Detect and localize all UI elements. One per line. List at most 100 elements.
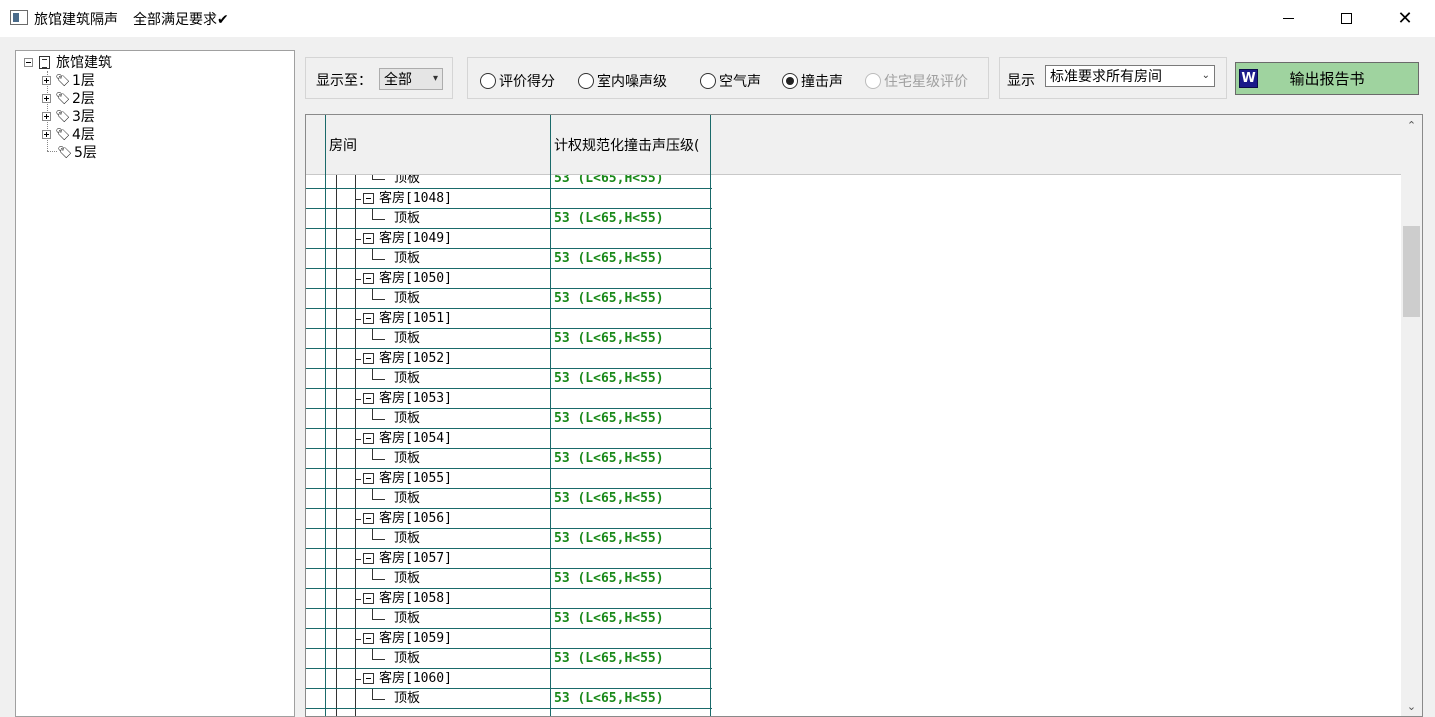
collapse-toggle-icon[interactable] [363,633,374,644]
tag-icon: 🏷 [55,91,71,105]
tree-floor-4[interactable]: 🏷 4层 [42,125,95,143]
slab-row[interactable]: 顶板 53 (L<65,H<55) [306,175,712,189]
collapse-toggle-icon[interactable] [363,233,374,244]
collapse-toggle-icon[interactable] [363,433,374,444]
radio-airborne[interactable]: 空气声 [700,71,761,91]
close-icon: ✕ [1397,8,1413,29]
slab-label: 顶板 [394,491,421,506]
impact-value: 53 (L<65,H<55) [554,651,664,666]
collapse-toggle-icon[interactable] [24,57,33,67]
room-row[interactable]: 客房[1055] [306,469,712,489]
tag-icon: 🏷 [57,145,73,159]
expand-toggle-icon[interactable] [42,111,51,121]
tree-root[interactable]: 旅馆建筑 [24,53,112,71]
expand-toggle-icon[interactable] [42,129,51,139]
slab-row[interactable]: 顶板 53 (L<65,H<55) [306,289,712,309]
expand-toggle-icon[interactable] [42,75,51,85]
room-row[interactable]: 客房[1060] [306,669,712,689]
slab-row[interactable]: 顶板 53 (L<65,H<55) [306,489,712,509]
room-row[interactable]: 客房[1053] [306,389,712,409]
radio-impact[interactable]: 撞击声 [782,71,843,91]
column-header-room[interactable]: 房间 [329,115,549,175]
radio-indoor-noise[interactable]: 室内噪声级 [578,71,667,91]
room-label: 客房[1049] [379,231,452,246]
room-row[interactable]: 客房[1059] [306,629,712,649]
slab-row[interactable]: 顶板 53 (L<65,H<55) [306,329,712,349]
display-filter-group: 显示 标准要求所有房间 ⌄ [999,57,1227,99]
slab-row[interactable]: 顶板 53 (L<65,H<55) [306,609,712,629]
tree-connector [356,239,361,240]
slab-label: 顶板 [394,571,421,586]
tree-floor-2[interactable]: 🏷 2层 [42,89,95,107]
collapse-toggle-icon[interactable] [363,553,374,564]
column-header-impact-level[interactable]: 计权规范化撞击声压级( [554,115,712,175]
room-row[interactable]: 客房[1048] [306,189,712,209]
tree-floor-1[interactable]: 🏷 1层 [42,71,95,89]
room-row[interactable]: 客房[1052] [306,349,712,369]
vertical-scrollbar[interactable]: ⌃ ⌄ [1401,115,1422,716]
display-filter-select[interactable]: 标准要求所有房间 ⌄ [1045,65,1215,87]
room-row[interactable]: 客房[1056] [306,509,712,529]
scroll-up-arrow-icon[interactable]: ⌃ [1401,115,1422,135]
grid-rows: 客房[1047]顶板53 (L<65,H<55)客房[1048]顶板53 (L<… [306,175,1402,716]
slab-label: 顶板 [394,691,421,706]
radio-circle [865,73,881,89]
collapse-toggle-icon[interactable] [363,593,374,604]
radio-label: 住宅星级评价 [884,74,968,90]
slab-row[interactable]: 顶板 53 (L<65,H<55) [306,529,712,549]
show-to-select[interactable]: 全部 ▾ [379,68,443,90]
export-report-button[interactable]: W 输出报告书 [1235,62,1419,95]
show-to-group: 显示至： 全部 ▾ [305,57,453,99]
tree-floor-5[interactable]: 🏷 5层 [53,143,97,161]
close-button[interactable]: ✕ [1376,0,1434,37]
impact-value: 53 (L<65,H<55) [554,411,664,426]
slab-label: 顶板 [394,291,421,306]
impact-value: 53 (L<65,H<55) [554,571,664,586]
slab-row[interactable]: 顶板 53 (L<65,H<55) [306,209,712,229]
collapse-toggle-icon[interactable] [363,473,374,484]
scroll-down-arrow-icon[interactable]: ⌄ [1401,696,1422,716]
expand-toggle-icon[interactable] [42,93,51,103]
tree-connector [372,409,385,420]
room-row[interactable]: 客房[1054] [306,429,712,449]
floor-label: 3层 [72,109,95,125]
collapse-toggle-icon[interactable] [363,513,374,524]
room-row[interactable]: 客房[1050] [306,269,712,289]
collapse-toggle-icon[interactable] [363,273,374,284]
collapse-toggle-icon[interactable] [363,313,374,324]
slab-label: 顶板 [394,451,421,466]
impact-value: 53 (L<65,H<55) [554,611,664,626]
building-tree[interactable]: 旅馆建筑 🏷 1层 🏷 2层 🏷 3层 🏷 4层 🏷 5层 [15,50,295,717]
slab-row[interactable]: 顶板 53 (L<65,H<55) [306,649,712,669]
collapse-toggle-icon[interactable] [363,353,374,364]
collapse-toggle-icon[interactable] [363,393,374,404]
slab-row[interactable]: 顶板 53 (L<65,H<55) [306,569,712,589]
collapse-toggle-icon[interactable] [363,193,374,204]
room-label: 客房[1060] [379,671,452,686]
radio-score[interactable]: 评价得分 [480,71,555,91]
chevron-down-icon: ⌄ [1201,70,1210,81]
radio-label: 撞击声 [801,74,843,90]
room-row[interactable]: 客房[1051] [306,309,712,329]
minimize-button[interactable] [1259,0,1317,37]
slab-row[interactable]: 顶板 53 (L<65,H<55) [306,689,712,709]
scroll-thumb[interactable] [1403,226,1420,317]
room-row[interactable]: 客房[1057] [306,549,712,569]
slab-row[interactable]: 顶板 53 (L<65,H<55) [306,449,712,469]
slab-row[interactable]: 顶板 53 (L<65,H<55) [306,369,712,389]
results-grid[interactable]: 房间 计权规范化撞击声压级( 客房[1047]顶板53 (L<65,H<55)客… [305,114,1423,717]
slab-row[interactable]: 顶板 53 (L<65,H<55) [306,409,712,429]
radio-circle [700,73,716,89]
slab-row[interactable]: 顶板 53 (L<65,H<55) [306,249,712,269]
impact-value: 53 (L<65,H<55) [554,211,664,226]
tree-floor-3[interactable]: 🏷 3层 [42,107,95,125]
collapse-toggle-icon[interactable] [363,673,374,684]
room-row[interactable]: 客房[1058] [306,589,712,609]
room-row[interactable]: 客房[1049] [306,229,712,249]
tree-connector [372,689,385,700]
chevron-down-icon: ▾ [432,73,438,84]
maximize-button[interactable] [1317,0,1375,37]
radio-circle [782,73,798,89]
column-header-room-label: 房间 [329,138,357,154]
impact-value: 53 (L<65,H<55) [554,251,664,266]
